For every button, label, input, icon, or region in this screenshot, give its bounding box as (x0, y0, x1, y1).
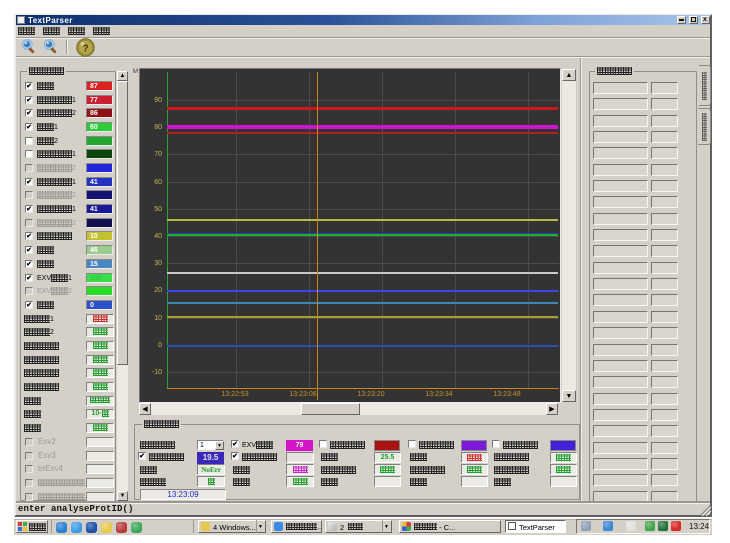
svg-text:?: ? (82, 43, 88, 54)
